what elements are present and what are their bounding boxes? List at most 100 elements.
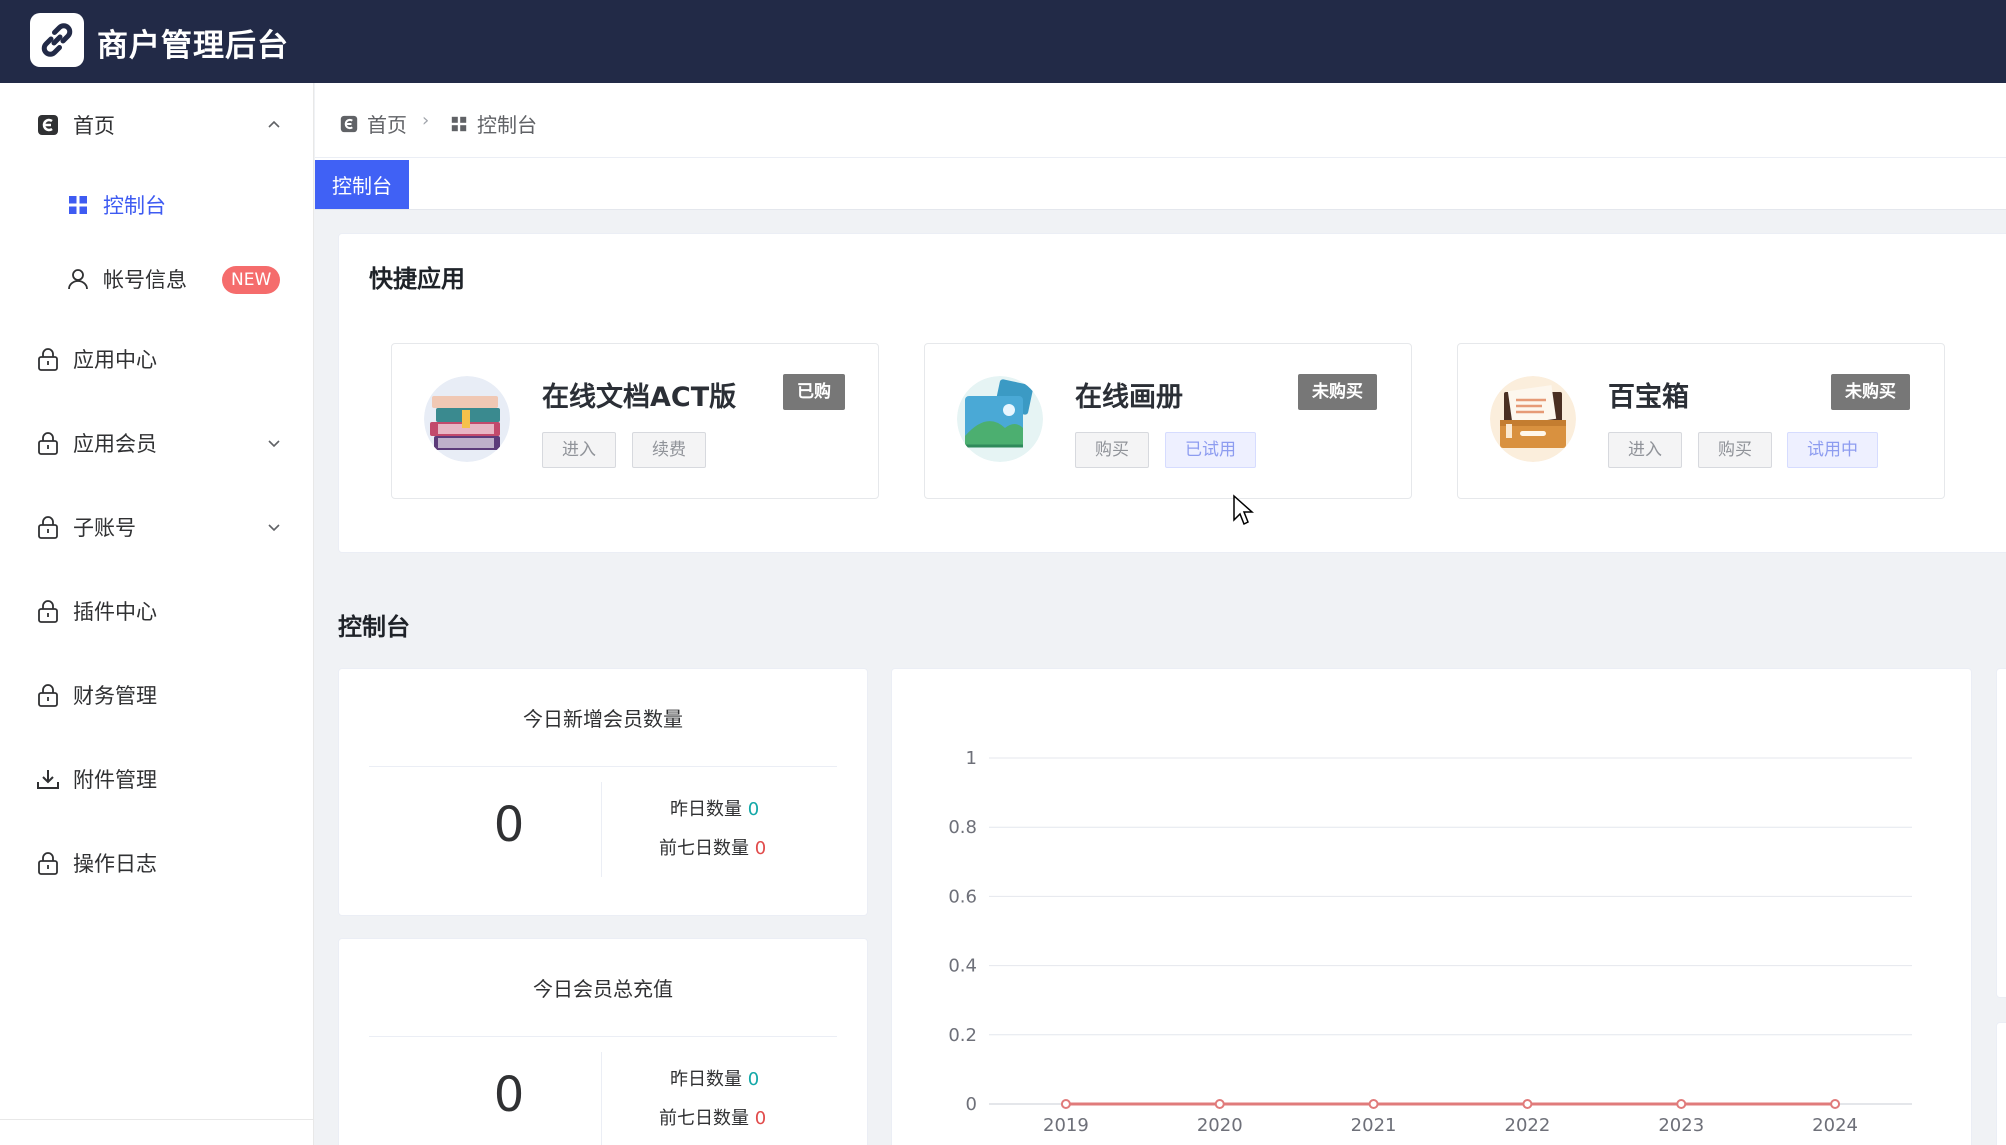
tried-button[interactable]: 已试用 <box>1165 432 1256 468</box>
sidebar-item-label: 操作日志 <box>73 852 157 876</box>
sidebar-item-finance[interactable]: 财务管理 <box>0 665 314 725</box>
enter-button[interactable]: 进入 <box>542 432 616 468</box>
stat-week-label: 前七日数量 <box>659 838 749 859</box>
y-tick-label: 0.2 <box>948 1025 977 1046</box>
stat-week: 前七日数量 0 <box>659 834 766 860</box>
app-name: 在线文档ACT版 <box>542 382 737 413</box>
stat-yesterday: 昨日数量 0 <box>670 795 759 821</box>
quick-apps-title: 快捷应用 <box>369 265 465 293</box>
line-chart-card: 0 0.2 0.4 0.6 0.8 1 2019 2020 2021 2022 2023 2024 <box>891 668 1972 1145</box>
breadcrumb-current-label: 控制台 <box>477 113 537 137</box>
y-tick-label: 0 <box>966 1094 977 1115</box>
sidebar-item-attachments[interactable]: 附件管理 <box>0 749 314 809</box>
data-point[interactable] <box>1676 1099 1687 1109</box>
app-card-online-album[interactable]: 在线画册 未购买 购买 已试用 <box>924 343 1412 499</box>
data-point[interactable] <box>1368 1099 1379 1109</box>
chevron-down-icon <box>268 524 280 532</box>
breadcrumb-home-label: 首页 <box>367 113 407 137</box>
download-icon <box>36 767 60 791</box>
breadcrumb: 首页 › 控制台 <box>315 83 2006 158</box>
x-tick-label: 2020 <box>1197 1115 1243 1136</box>
treasure-box-icon <box>1490 376 1576 462</box>
stat-yesterday: 昨日数量 0 <box>670 1065 759 1091</box>
renew-button[interactable]: 续费 <box>632 432 706 468</box>
sidebar-item-home[interactable]: 首页 <box>0 95 314 155</box>
sidebar-item-operation-log[interactable]: 操作日志 <box>0 833 314 893</box>
data-point[interactable] <box>1060 1099 1071 1109</box>
app-title: 商户管理后台 <box>97 28 289 64</box>
lock-icon <box>36 347 60 371</box>
data-point[interactable] <box>1522 1099 1533 1109</box>
dashboard-grid-icon <box>66 193 90 217</box>
sidebar-item-label: 帐号信息 <box>103 268 187 292</box>
lock-icon <box>36 515 60 539</box>
x-tick-label: 2021 <box>1351 1115 1397 1136</box>
dashboard-title: 控制台 <box>338 613 410 641</box>
sidebar-item-label: 应用中心 <box>73 348 157 372</box>
lock-icon <box>36 599 60 623</box>
buy-button[interactable]: 购买 <box>1698 432 1772 468</box>
y-tick-label: 1 <box>966 748 977 769</box>
stat-yesterday-label: 昨日数量 <box>670 1069 742 1090</box>
sidebar-item-label: 附件管理 <box>73 768 157 792</box>
home-icon <box>339 114 359 134</box>
breadcrumb-home[interactable]: 首页 <box>339 109 407 138</box>
status-badge: 未购买 <box>1831 374 1910 410</box>
dashboard-grid-icon <box>449 114 469 134</box>
books-icon <box>424 376 510 462</box>
lock-icon <box>36 683 60 707</box>
line-chart: 0 0.2 0.4 0.6 0.8 1 2019 2020 2021 2022 2023 2024 <box>948 748 1912 1136</box>
sidebar-item-account-info[interactable]: 帐号信息 NEW <box>0 249 314 309</box>
stat-divider <box>601 782 602 877</box>
stat-yesterday-value: 0 <box>747 1069 760 1090</box>
photo-album-icon <box>957 376 1043 462</box>
x-tick-label: 2024 <box>1812 1115 1858 1136</box>
new-badge: NEW <box>222 266 281 294</box>
lock-icon <box>36 851 60 875</box>
y-tick-label: 0.8 <box>948 817 977 838</box>
stat-title: 今日新增会员数量 <box>369 669 837 767</box>
stat-yesterday-value: 0 <box>747 799 760 820</box>
sidebar-item-plugin-center[interactable]: 插件中心 <box>0 581 314 641</box>
stat-value: 0 <box>493 1067 525 1123</box>
status-badge: 未购买 <box>1298 374 1377 410</box>
breadcrumb-separator-icon: › <box>422 110 430 131</box>
app-name: 百宝箱 <box>1608 382 1689 413</box>
stat-week-value: 0 <box>754 838 767 859</box>
stat-divider <box>601 1052 602 1145</box>
link-logo-icon[interactable] <box>30 13 84 67</box>
app-card-treasure-box[interactable]: 百宝箱 未购买 进入 购买 试用中 <box>1457 343 1945 499</box>
tab-dashboard[interactable]: 控制台 <box>315 160 409 209</box>
data-point[interactable] <box>1830 1099 1841 1109</box>
chevron-up-icon <box>268 120 280 128</box>
x-tick-label: 2022 <box>1505 1115 1551 1136</box>
y-tick-label: 0.6 <box>948 886 977 907</box>
enter-button[interactable]: 进入 <box>1608 432 1682 468</box>
app-name: 在线画册 <box>1075 382 1183 413</box>
top-header: 商户管理后台 <box>0 0 2006 83</box>
sidebar-item-sub-account[interactable]: 子账号 <box>0 497 314 557</box>
sidebar-item-app-center[interactable]: 应用中心 <box>0 329 314 389</box>
sidebar: 首页 控制台 帐号信息 NEW 应用中心 应用会员 子账号 插件中心 财务管理 … <box>0 83 314 1145</box>
app-card-online-doc[interactable]: 在线文档ACT版 已购 进入 续费 <box>391 343 879 499</box>
stat-value: 0 <box>493 797 525 853</box>
stat-title: 今日会员总充值 <box>369 939 837 1037</box>
data-point[interactable] <box>1214 1099 1225 1109</box>
stat-yesterday-label: 昨日数量 <box>670 799 742 820</box>
sidebar-item-label: 控制台 <box>103 194 166 218</box>
stat-week: 前七日数量 0 <box>659 1104 766 1130</box>
sidebar-item-dashboard[interactable]: 控制台 <box>0 175 314 235</box>
sidebar-item-app-member[interactable]: 应用会员 <box>0 413 314 473</box>
buy-button[interactable]: 购买 <box>1075 432 1149 468</box>
sidebar-item-label: 应用会员 <box>73 432 157 456</box>
partial-card <box>1996 668 2006 998</box>
status-badge: 已购 <box>783 374 845 410</box>
sidebar-item-label: 插件中心 <box>73 600 157 624</box>
trial-button[interactable]: 试用中 <box>1787 432 1878 468</box>
stat-week-value: 0 <box>754 1108 767 1129</box>
breadcrumb-current: 控制台 <box>449 109 537 138</box>
x-tick-label: 2019 <box>1043 1115 1089 1136</box>
tab-bar: 控制台 <box>315 158 2006 210</box>
user-icon <box>66 267 90 291</box>
sidebar-item-label: 首页 <box>73 114 115 138</box>
